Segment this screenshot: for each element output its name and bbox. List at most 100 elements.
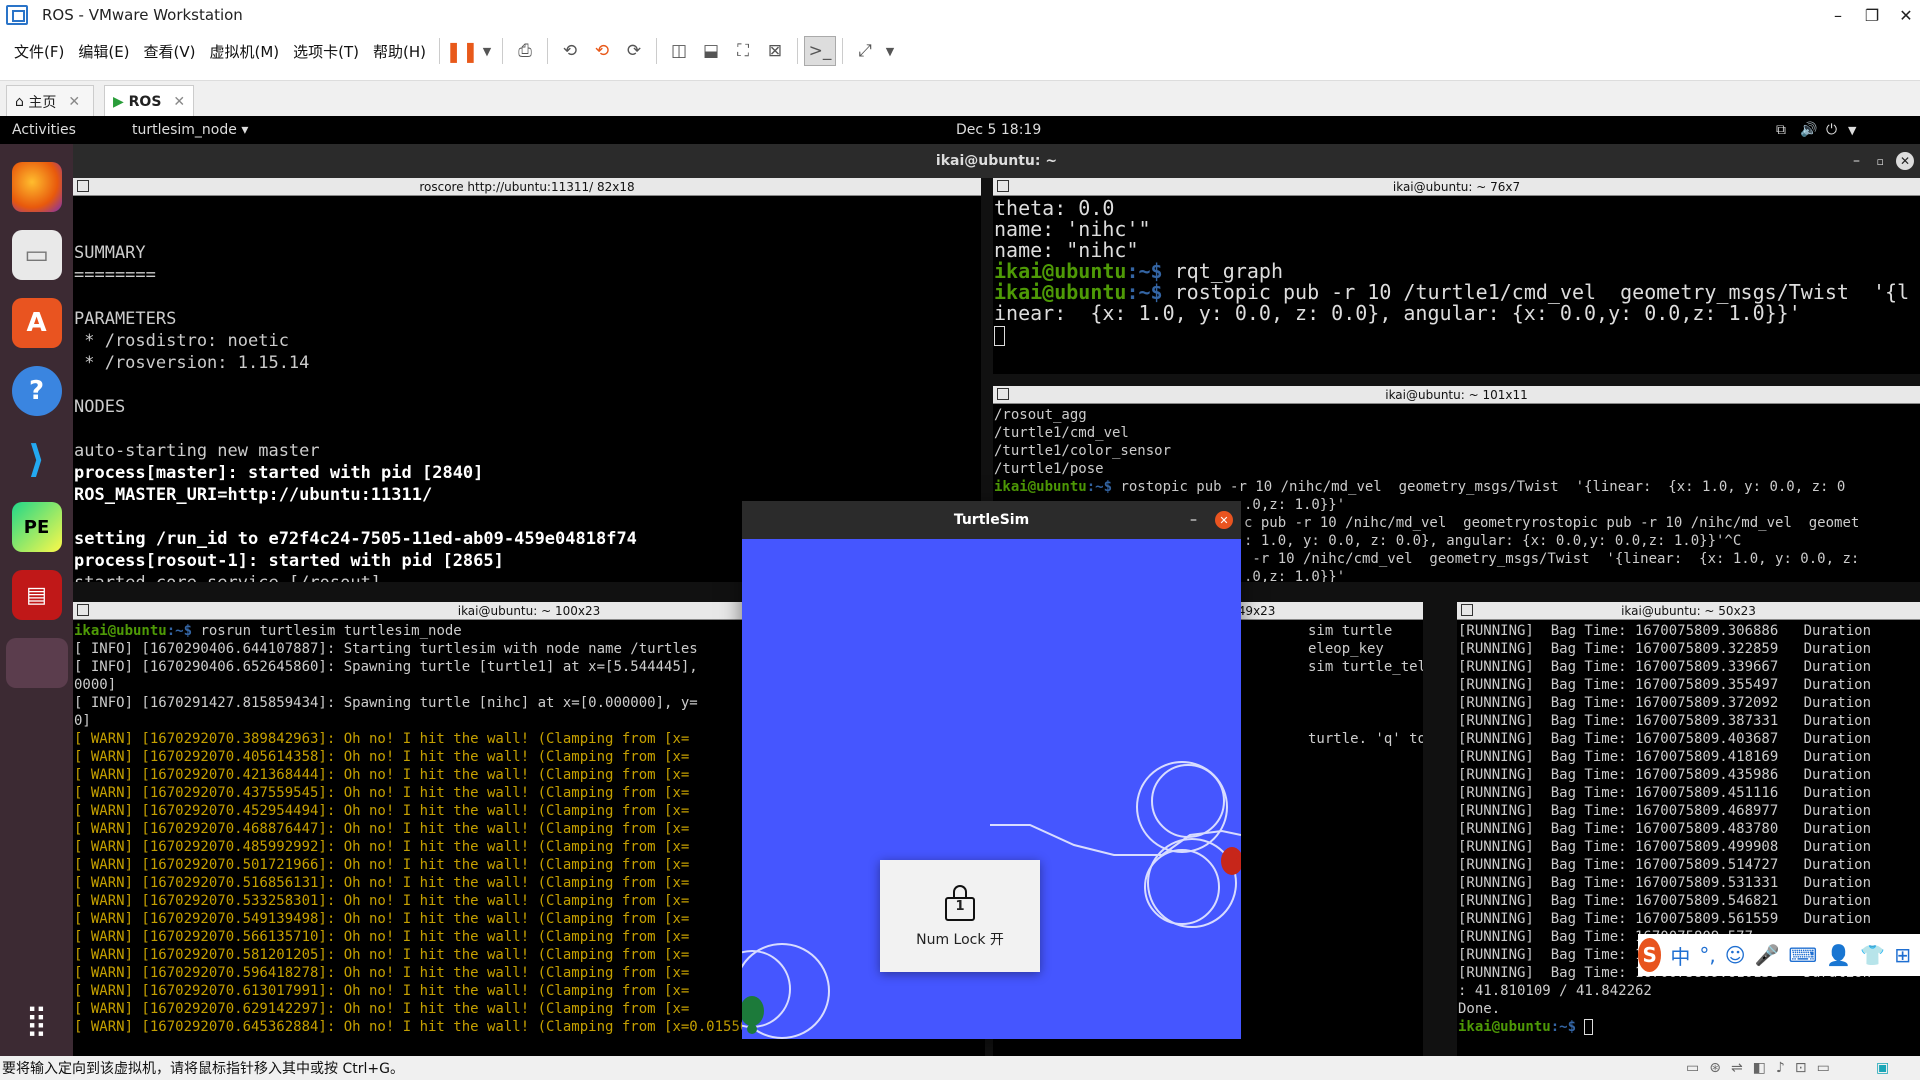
output-line: [RUNNING] Bag Time: 1670075809.561559 Du…	[1458, 911, 1872, 927]
pane-menu-icon[interactable]	[1461, 604, 1473, 616]
console-icon[interactable]: >_	[804, 36, 837, 66]
help-icon[interactable]: ?	[11, 366, 62, 416]
output-line: /rosout_agg	[994, 407, 1087, 423]
numlock-digit: 1	[955, 899, 965, 914]
vscode-icon[interactable]: ⟩	[12, 434, 62, 484]
pane-title: ikai@ubuntu: ~ 100x23	[457, 604, 601, 618]
menu-edit[interactable]: 编辑(E)	[71, 41, 136, 62]
snapshot-manager-icon[interactable]: ⟳	[618, 36, 650, 66]
menu-vm[interactable]: 虚拟机(M)	[203, 41, 287, 62]
network-icon[interactable]: ⧉	[1776, 122, 1786, 138]
turtle-nihc	[1221, 847, 1241, 875]
active-app-slot[interactable]	[5, 638, 68, 688]
app-menu[interactable]: turtlesim_node ▾	[132, 122, 248, 138]
command-text: rosrun turtlesim turtlesim_node	[200, 623, 462, 639]
power-icon[interactable]: ⏻	[1826, 122, 1837, 138]
pycharm-icon[interactable]: PE	[11, 502, 62, 552]
message-icon[interactable]: ▣	[1876, 1060, 1889, 1076]
snapshot-icon[interactable]: ⟲	[554, 36, 586, 66]
pane-menu-icon[interactable]	[997, 180, 1009, 192]
pane-header: ikai@ubuntu: ~ 50x23	[1457, 602, 1920, 620]
output-line: * /rosversion: 1.15.14	[74, 353, 310, 373]
tab-home[interactable]: ⌂ 主页 ✕	[6, 85, 94, 117]
firefox-icon[interactable]	[11, 162, 62, 212]
pane-menu-icon[interactable]	[77, 180, 89, 192]
output-line: turtle. 'q' to quit.	[1308, 731, 1423, 747]
menu-help[interactable]: 帮助(H)	[366, 41, 433, 62]
warn-line: [ WARN] [1670292070.501721966]: Oh no! I…	[74, 857, 690, 873]
close-tab-icon[interactable]: ✕	[173, 94, 185, 110]
punctuation-icon[interactable]: °,	[1699, 943, 1715, 967]
terminal-minimize-icon[interactable]: –	[1853, 153, 1860, 169]
turtlesim-close-icon[interactable]: ✕	[1215, 511, 1233, 529]
output-line: 0]	[74, 713, 91, 729]
menu-file[interactable]: 文件(F)	[0, 41, 71, 62]
turtlesim-title: TurtleSim	[953, 512, 1030, 528]
output-line: * /rosdistro: noetic	[74, 331, 289, 351]
output-line: [RUNNING] Bag Time: 1670075809.403687 Du…	[1458, 731, 1872, 747]
output-line: ========	[74, 265, 156, 285]
pane-rosbag[interactable]: ikai@ubuntu: ~ 50x23 [RUNNING] Bag Time:…	[1457, 602, 1920, 1056]
warn-line: [ WARN] [1670292070.468876447]: Oh no! I…	[74, 821, 690, 837]
volume-icon[interactable]: 🔊	[1800, 122, 1817, 138]
thumbnail-view-icon[interactable]: ⬓	[695, 36, 727, 66]
turtlesim-minimize-icon[interactable]: –	[1190, 512, 1197, 528]
turtlesim-titlebar[interactable]: TurtleSim – ✕	[742, 501, 1241, 539]
files-icon[interactable]: ▭	[11, 230, 62, 280]
keyboard-icon[interactable]: ⌨	[1789, 943, 1818, 967]
fullscreen-icon[interactable]: ⛶	[727, 36, 759, 66]
output-line: [RUNNING] Bag Time: 1670075809.468977 Du…	[1458, 803, 1872, 819]
pane-rostopic-turtle1[interactable]: ikai@ubuntu: ~ 76x7 theta: 0.0 name: 'ni…	[993, 178, 1920, 374]
close-tab-icon[interactable]: ✕	[68, 94, 80, 110]
microphone-icon[interactable]: 🎤	[1755, 943, 1780, 967]
pane-title: ikai@ubuntu: ~ 50x23	[1621, 604, 1756, 618]
command-text: inear: {x: 1.0, y: 0.0, z: 0.0}, angular…	[994, 301, 1801, 325]
output-line: started core service [/rosout]	[74, 573, 381, 582]
toolbar-divider	[797, 38, 799, 64]
tab-ros[interactable]: ▶ ROS ✕	[104, 85, 194, 117]
toolbar-divider	[842, 38, 844, 64]
warn-line: [ WARN] [1670292070.629142297]: Oh no! I…	[74, 1001, 690, 1017]
terminal-close-icon[interactable]: ✕	[1896, 152, 1914, 170]
send-keys-icon[interactable]: ⎙	[509, 36, 541, 66]
pane-menu-icon[interactable]	[77, 604, 89, 616]
menu-view[interactable]: 查看(V)	[137, 41, 203, 62]
activities-button[interactable]: Activities	[12, 122, 76, 138]
revert-snapshot-icon[interactable]: ⟲	[586, 36, 618, 66]
home-icon: ⌂	[15, 93, 29, 110]
output-line: process[rosout-1]: started with pid [286…	[74, 551, 504, 571]
close-button[interactable]: ✕	[1886, 0, 1920, 30]
ime-toolbar[interactable]: S 中 °, ☺ 🎤 ⌨ 👤 👕 ⊞	[1638, 934, 1920, 976]
toolbox-icon[interactable]: ⊞	[1894, 943, 1911, 967]
terminal-maximize-icon[interactable]: ▫	[1877, 155, 1884, 168]
warn-line: [ WARN] [1670292070.596418278]: Oh no! I…	[74, 965, 690, 981]
menu-tabs[interactable]: 选项卡(T)	[286, 41, 366, 62]
toolbar-divider	[656, 38, 658, 64]
device-status-icons[interactable]: ▭⊛⇌◧♪⊡▭	[1686, 1060, 1840, 1076]
toolbar-divider	[547, 38, 549, 64]
pane-menu-icon[interactable]	[997, 388, 1009, 400]
chevron-down-icon[interactable]: ▼	[881, 36, 899, 66]
warn-line: [ WARN] [1670292070.452954494]: Oh no! I…	[74, 803, 690, 819]
library-view-icon[interactable]: ◫	[663, 36, 695, 66]
ime-mode-button[interactable]: 中	[1670, 941, 1690, 970]
clock[interactable]: Dec 5 18:19	[956, 122, 1041, 138]
output-line: [ INFO] [1670290406.652645860]: Spawning…	[74, 659, 698, 675]
pause-icon[interactable]: ❚❚	[445, 36, 479, 66]
dock: ▭ A ? ⟩ PE ▤ ⣿	[0, 144, 73, 1056]
software-center-icon[interactable]: A	[11, 298, 62, 348]
sogou-logo-icon[interactable]: S	[1638, 938, 1662, 972]
output-line: [RUNNING] Bag Time: 1670075809.514727 Du…	[1458, 857, 1872, 873]
skin-icon[interactable]: 👕	[1860, 943, 1885, 967]
chevron-down-icon[interactable]: ▼	[478, 36, 496, 66]
terminal-app-icon[interactable]: ▤	[11, 570, 62, 620]
unity-icon[interactable]: ⊠	[759, 36, 791, 66]
user-icon[interactable]: 👤	[1826, 943, 1851, 967]
stretch-icon[interactable]: ⤢	[849, 36, 881, 66]
toolbar-divider	[502, 38, 504, 64]
chevron-down-icon[interactable]: ▼	[1848, 124, 1856, 137]
output-line: [RUNNING] Bag Time: 1670075809.372092 Du…	[1458, 695, 1872, 711]
emoji-icon[interactable]: ☺	[1725, 943, 1746, 967]
show-apps-icon[interactable]: ⣿	[26, 1003, 48, 1038]
output-line: setting /run_id to e72f4c24-7505-11ed-ab…	[74, 529, 637, 549]
